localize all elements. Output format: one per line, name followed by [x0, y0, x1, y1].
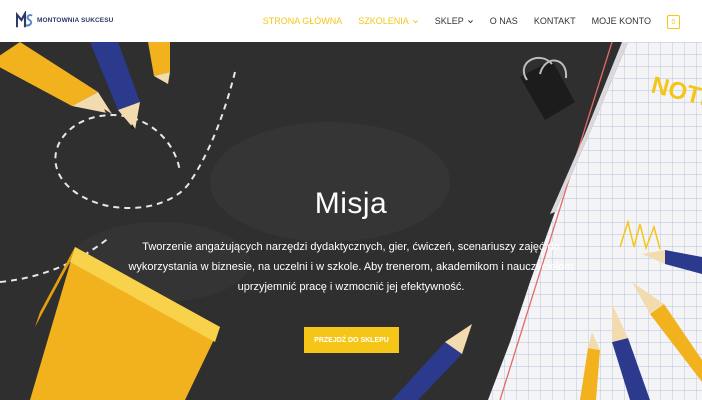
nav-item-szkolenia[interactable]: SZKOLENIA — [358, 16, 419, 26]
cart-count: 0 — [671, 18, 676, 26]
hero-section: NOTE Misja Tworzenie angażujących narzęd… — [0, 42, 702, 400]
main-nav: STRONA GŁÓWNA SZKOLENIA SKLEP O NAS KONT… — [263, 0, 680, 42]
site-header: MONTOWNIA SUKCESU STRONA GŁÓWNA SZKOLENI… — [0, 0, 702, 42]
go-to-shop-button[interactable]: PRZEJDŹ DO SKLEPU — [304, 327, 399, 353]
nav-item-o-nas[interactable]: O NAS — [490, 16, 518, 26]
nav-item-label: MOJE KONTO — [591, 16, 651, 26]
nav-item-label: SZKOLENIA — [358, 16, 409, 26]
nav-item-moje-konto[interactable]: MOJE KONTO — [592, 16, 651, 26]
nav-item-label: KONTAKT — [533, 16, 576, 26]
ms-logo-icon — [16, 11, 33, 28]
logo[interactable]: MONTOWNIA SUKCESU — [16, 11, 113, 29]
hero-content: Misja Tworzenie angażujących narzędzi dy… — [0, 42, 702, 400]
nav-item-sklep[interactable]: SKLEP — [435, 16, 474, 26]
cart-button[interactable]: 0 — [667, 15, 680, 29]
chevron-down-icon — [467, 19, 473, 23]
chevron-down-icon — [412, 19, 418, 23]
nav-item-label: SKLEP — [434, 16, 464, 26]
hero-text: Tworzenie angażujących narzędzi dydaktyc… — [128, 241, 574, 293]
hero-title: Misja — [314, 187, 388, 220]
nav-item-home[interactable]: STRONA GŁÓWNA — [263, 16, 343, 26]
nav-item-kontakt[interactable]: KONTAKT — [534, 16, 576, 26]
nav-item-label: STRONA GŁÓWNA — [262, 16, 343, 26]
logo-text: MONTOWNIA SUKCESU — [37, 16, 114, 24]
nav-item-label: O NAS — [489, 16, 518, 26]
